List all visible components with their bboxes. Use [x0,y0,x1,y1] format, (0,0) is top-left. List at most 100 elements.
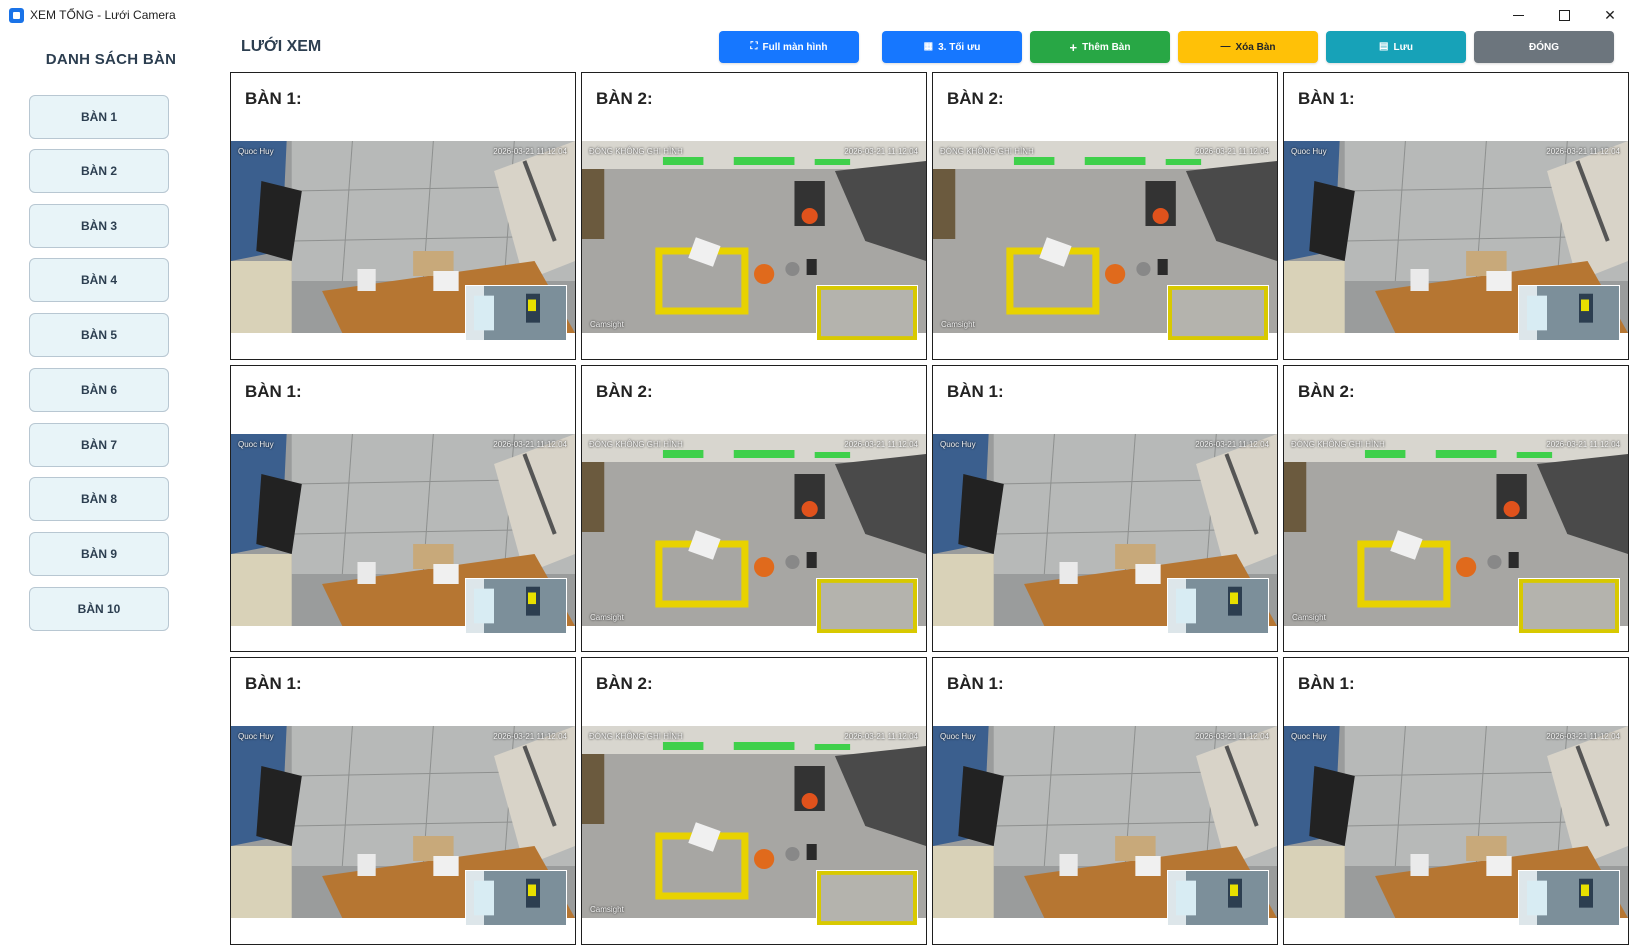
camera-cell-label: BÀN 2: [947,89,1004,108]
picture-in-picture-feed[interactable] [816,870,918,927]
sidebar-item-ban-2[interactable]: BÀN 2 [29,149,169,193]
feed-overlay-timestamp: 2026-03-21 11:12:04 [1195,439,1269,449]
picture-in-picture-feed[interactable] [465,285,567,341]
camera-cell[interactable]: BÀN 2: ĐÓNG KHÔNG GHI HÌNH 2026-03-21 11:… [581,72,927,360]
minus-icon: — [1220,41,1231,52]
feed-overlay-name: ĐÓNG KHÔNG GHI HÌNH [589,147,683,156]
grid-title: LƯỚI XEM [241,38,322,55]
feed-overlay-timestamp: 2026-03-21 11:12:04 [1195,147,1269,156]
window-title: XEM TỔNG - Lưới Camera [30,8,176,22]
picture-in-picture-feed[interactable] [465,870,567,927]
camera-cell-label: BÀN 1: [245,381,302,401]
title-bar: XEM TỔNG - Lưới Camera ✕ [0,0,1634,31]
feed-overlay-timestamp: 2026-03-21 11:12:04 [493,732,567,742]
feed-overlay-name: Quoc Huy [1291,732,1327,742]
picture-in-picture-feed[interactable] [1518,870,1620,927]
camera-cell-label: BÀN 1: [947,674,1004,694]
camera-cell-label: BÀN 2: [596,381,653,401]
minimize-button[interactable] [1495,0,1541,31]
picture-in-picture-feed[interactable] [816,285,918,341]
picture-in-picture-feed[interactable] [1167,577,1269,634]
feed-overlay-brand: Camsight [1292,612,1326,622]
camera-cell[interactable]: BÀN 1: Quoc Huy 2026-03-21 11:12:04 [230,72,576,360]
feed-overlay-timestamp: 2026-03-21 11:12:04 [1546,147,1620,156]
picture-in-picture-feed[interactable] [1518,285,1620,341]
feed-overlay-name: ĐÓNG KHÔNG GHI HÌNH [1291,439,1385,449]
add-table-label: Thêm Bàn [1082,41,1131,53]
remove-table-label: Xóa Bàn [1235,41,1276,53]
plus-icon: + [1069,39,1078,55]
sidebar-item-ban-10[interactable]: BÀN 10 [29,587,169,631]
camera-cell-label: BÀN 1: [245,89,302,108]
save-icon: ▤ [1379,41,1389,52]
camera-cell-label: BÀN 2: [1298,381,1355,401]
remove-table-button[interactable]: — Xóa Bàn [1178,31,1318,63]
sidebar-item-ban-3[interactable]: BÀN 3 [29,204,169,248]
maximize-button[interactable] [1541,0,1587,31]
camera-cell[interactable]: BÀN 1: Quoc Huy 2026-03-21 11:12:04 [932,364,1278,653]
sidebar-title: DANH SÁCH BÀN [45,51,177,68]
feed-overlay-timestamp: 2026-03-21 11:12:04 [844,732,918,742]
feed-overlay-name: Quoc Huy [238,732,274,742]
sidebar: DANH SÁCH BÀN BÀN 1 BÀN 2 BÀN 3 BÀN 4 BÀ… [0,31,220,950]
camera-cell[interactable]: BÀN 1: Quoc Huy 2026-03-21 11:12:04 [1283,72,1629,360]
optimize-button[interactable]: ▦ 3. Tối ưu [882,31,1022,63]
feed-overlay-name: Quoc Huy [238,147,274,156]
sidebar-item-ban-1[interactable]: BÀN 1 [29,95,169,139]
fullscreen-icon: ⛶ [750,41,758,52]
camera-cell-label: BÀN 2: [596,89,653,108]
close-window-button[interactable]: ✕ [1587,0,1633,31]
save-button[interactable]: ▤ Lưu [1326,31,1466,63]
picture-in-picture-feed[interactable] [816,577,918,634]
feed-overlay-timestamp: 2026-03-21 11:12:04 [844,147,918,156]
feed-overlay-brand: Camsight [590,320,624,329]
fullscreen-button[interactable]: ⛶ Full màn hình [719,31,859,63]
camera-grid: BÀN 1: Quoc Huy 2026-03-21 11:12:04 BÀN 2… [230,72,1629,945]
camera-cell-label: BÀN 1: [947,381,1004,401]
maximize-icon [1558,10,1570,21]
feed-overlay-timestamp: 2026-03-21 11:12:04 [844,439,918,449]
camera-cell[interactable]: BÀN 2: ĐÓNG KHÔNG GHI HÌNH 2026-03-21 11:… [932,72,1278,360]
camera-cell-label: BÀN 1: [1298,89,1355,108]
close-button[interactable]: ĐÓNG [1474,31,1614,63]
minimize-icon [1512,15,1524,16]
feed-overlay-name: Quoc Huy [238,439,274,449]
optimize-label: 3. Tối ưu [938,41,981,53]
camera-cell[interactable]: BÀN 2: ĐÓNG KHÔNG GHI HÌNH 2026-03-21 11:… [581,657,927,945]
add-table-button[interactable]: + Thêm Bàn [1030,31,1170,63]
sidebar-item-ban-9[interactable]: BÀN 9 [29,532,169,576]
feed-overlay-name: ĐÓNG KHÔNG GHI HÌNH [940,147,1034,156]
sidebar-item-ban-4[interactable]: BÀN 4 [29,258,169,302]
feed-overlay-timestamp: 2026-03-21 11:12:04 [1195,732,1269,742]
sidebar-item-ban-6[interactable]: BÀN 6 [29,368,169,412]
feed-overlay-name: ĐÓNG KHÔNG GHI HÌNH [589,732,683,742]
feed-overlay-name: ĐÓNG KHÔNG GHI HÌNH [589,439,683,449]
camera-cell[interactable]: BÀN 2: ĐÓNG KHÔNG GHI HÌNH 2026-03-21 11:… [581,364,927,653]
feed-overlay-brand: Camsight [590,905,624,915]
picture-in-picture-feed[interactable] [465,577,567,634]
close-icon: ✕ [1604,7,1616,24]
camera-cell-label: BÀN 2: [596,674,653,694]
camera-cell-label: BÀN 1: [1298,674,1355,694]
feed-overlay-timestamp: 2026-03-21 11:12:04 [1546,439,1620,449]
sidebar-item-ban-8[interactable]: BÀN 8 [29,477,169,521]
layout-icon: ▦ [923,41,934,52]
picture-in-picture-feed[interactable] [1518,577,1620,634]
feed-overlay-timestamp: 2026-03-21 11:12:04 [1546,732,1620,742]
picture-in-picture-feed[interactable] [1167,870,1269,927]
feed-overlay-brand: Camsight [590,612,624,622]
feed-overlay-timestamp: 2026-03-21 11:12:04 [493,147,567,156]
fullscreen-label: Full màn hình [762,41,828,53]
feed-overlay-timestamp: 2026-03-21 11:12:04 [493,439,567,449]
camera-cell[interactable]: BÀN 2: ĐÓNG KHÔNG GHI HÌNH 2026-03-21 11:… [1283,364,1629,653]
camera-cell-label: BÀN 1: [245,674,302,694]
camera-cell[interactable]: BÀN 1: Quoc Huy 2026-03-21 11:12:04 [230,364,576,653]
camera-cell[interactable]: BÀN 1: Quoc Huy 2026-03-21 11:12:04 [230,657,576,945]
camera-cell[interactable]: BÀN 1: Quoc Huy 2026-03-21 11:12:04 [1283,657,1629,945]
sidebar-item-ban-7[interactable]: BÀN 7 [29,423,169,467]
sidebar-item-ban-5[interactable]: BÀN 5 [29,313,169,357]
camera-cell[interactable]: BÀN 1: Quoc Huy 2026-03-21 11:12:04 [932,657,1278,945]
feed-overlay-name: Quoc Huy [1291,147,1327,156]
picture-in-picture-feed[interactable] [1167,285,1269,341]
feed-overlay-brand: Camsight [941,320,975,329]
